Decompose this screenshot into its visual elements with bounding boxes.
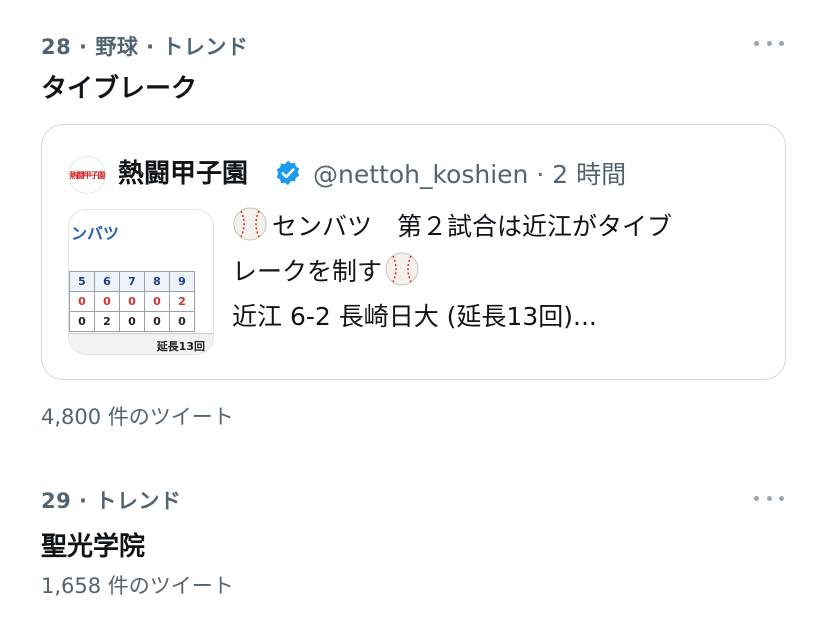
tweet-text-line3: 近江 6-2 長崎日大 (延長13回)... (232, 302, 597, 331)
score-cell: 0 (94, 291, 120, 312)
inning-cell: 9 (169, 271, 195, 292)
tweet-count: 1,658 件のツイート (41, 574, 234, 598)
tweet-thumbnail[interactable]: ンバツ 5 6 7 8 9 0 0 0 0 2 0 2 0 0 0 延長13回 (68, 209, 214, 355)
score-cell: 0 (69, 291, 95, 312)
score-cell: 2 (94, 311, 120, 332)
tweet-text-line1: センバツ 第２試合は近江がタイブ (272, 212, 673, 241)
account-logo-text: 熱闘甲子園 (69, 170, 106, 180)
trend-title[interactable]: 聖光学院 (41, 526, 145, 563)
tweet-text[interactable]: センバツ 第２試合は近江がタイブ レークを制す 近江 6-2 長崎日大 (延長1… (232, 204, 762, 339)
inning-cell: 7 (119, 271, 145, 292)
trend-item-28[interactable]: 28 · 野球 · トレンド タイブレーク 熱闘甲子園 熱闘甲子園 @netto… (0, 0, 828, 440)
handle-and-time[interactable]: @nettoh_koshien · 2 時間 (313, 155, 626, 191)
inning-cell: 8 (144, 271, 170, 292)
account-avatar[interactable]: 熱闘甲子園 (68, 156, 106, 194)
tweet-text-line2: レークを制す (232, 257, 383, 286)
account-name[interactable]: 熱闘甲子園 (118, 153, 248, 190)
trend-meta: 29 · トレンド (41, 489, 182, 513)
thumbnail-title: ンバツ (71, 224, 120, 243)
score-cell: 0 (119, 291, 145, 312)
trend-item-29[interactable]: 29 · トレンド 聖光学院 1,658 件のツイート (0, 440, 828, 625)
extra-innings-note: 延長13回 (156, 340, 205, 353)
baseball-icon (385, 252, 419, 286)
more-options-icon[interactable] (754, 38, 784, 48)
score-cell: 2 (169, 291, 195, 312)
score-cell: 0 (69, 311, 95, 332)
inning-cell: 5 (69, 271, 95, 292)
baseball-icon (233, 207, 267, 241)
score-cell: 0 (169, 311, 195, 332)
trend-meta: 28 · 野球 · トレンド (41, 35, 249, 59)
scoreboard: 5 6 7 8 9 0 0 0 0 2 0 2 0 0 0 (69, 271, 195, 332)
inning-cell: 6 (94, 271, 120, 292)
score-cell: 0 (144, 311, 170, 332)
thumbnail-footer: 延長13回 (69, 333, 213, 354)
embedded-tweet-card[interactable]: 熱闘甲子園 熱闘甲子園 @nettoh_koshien · 2 時間 ンバツ 5… (41, 124, 786, 380)
verified-badge-icon (276, 160, 300, 186)
score-cell: 0 (144, 291, 170, 312)
score-cell: 0 (119, 311, 145, 332)
tweet-count: 4,800 件のツイート (41, 405, 234, 429)
trend-title[interactable]: タイブレーク (41, 68, 197, 105)
more-options-icon[interactable] (754, 493, 784, 503)
